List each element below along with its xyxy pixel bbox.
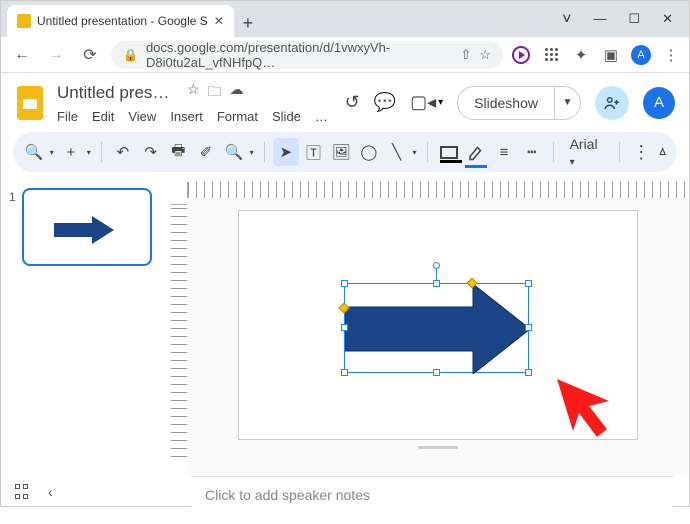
slides-favicon (17, 14, 31, 28)
meet-button[interactable]: ▢◂▾ (410, 92, 443, 113)
back-button[interactable]: ← (9, 42, 35, 68)
zoom-button[interactable]: 🔍 (221, 138, 247, 166)
lock-icon: 🔒 (123, 48, 138, 62)
bottom-bar: ‹ (15, 484, 53, 500)
toolbar: 🔍 + ↶ ↷ 🖶 ✐ 🔍 ➤ 🅃 🖼 ◯ ╲ ≡ ┅ Arial ▾ ⋮ ㅿ (13, 132, 677, 172)
slideshow-dropdown[interactable]: ▼ (555, 86, 581, 120)
browser-account-avatar[interactable]: A (631, 45, 651, 65)
browser-address-bar: ← → ⟳ 🔒 docs.google.com/presentation/d/1… (1, 37, 689, 73)
browser-tab[interactable]: Untitled presentation - Google S ✕ (7, 5, 234, 37)
reload-button[interactable]: ⟳ (77, 42, 103, 68)
document-title[interactable]: Untitled prese… (57, 83, 177, 103)
comments-icon[interactable]: 💬 (374, 92, 396, 113)
border-dash-button[interactable]: ┅ (519, 138, 545, 166)
search-menu-button[interactable]: 🔍 (21, 138, 47, 166)
resize-handle-bl[interactable] (341, 369, 348, 376)
rotate-handle[interactable] (433, 262, 440, 269)
shape-tool[interactable]: ◯ (356, 138, 382, 166)
move-folder-icon[interactable]: 🗀 (208, 81, 222, 105)
image-tool[interactable]: 🖼 (328, 138, 354, 166)
slide-thumbnail-1[interactable] (22, 188, 152, 266)
menu-bar: File Edit View Insert Format Slide … (57, 109, 328, 124)
browser-tab-strip: Untitled presentation - Google S ✕ + ˅ —… (1, 1, 689, 37)
close-window-icon[interactable]: ✕ (662, 11, 673, 29)
slideshow-button[interactable]: Slideshow (457, 86, 555, 120)
fill-color-button[interactable] (436, 138, 462, 166)
resize-handle-tl[interactable] (341, 280, 348, 287)
slide-canvas-wrap (187, 198, 689, 476)
extensions-puzzle-icon[interactable]: ✦ (571, 45, 591, 65)
resize-handle-mr[interactable] (525, 324, 532, 331)
slides-logo[interactable] (15, 82, 47, 124)
border-color-button[interactable] (463, 138, 489, 166)
resize-handle-tm[interactable] (433, 280, 440, 287)
thumb-number: 1 (9, 188, 16, 266)
menu-format[interactable]: Format (217, 109, 258, 124)
url-input[interactable]: 🔒 docs.google.com/presentation/d/1vwxyVh… (111, 41, 503, 69)
selected-shape-arrow[interactable] (344, 283, 529, 373)
menu-view[interactable]: View (128, 109, 156, 124)
menu-insert[interactable]: Insert (170, 109, 203, 124)
resize-handle-bm[interactable] (433, 369, 440, 376)
collapse-toolbar-button[interactable]: ㅿ (656, 142, 669, 162)
cloud-status-icon[interactable]: ☁ (230, 81, 244, 105)
window-menu-icon[interactable]: ˅ (562, 11, 571, 29)
menu-slide[interactable]: Slide (272, 109, 301, 124)
main-area: 1 (1, 176, 689, 476)
annotation-cursor-icon (549, 371, 619, 441)
vertical-ruler (171, 192, 187, 462)
more-tools-button[interactable]: ⋮ (628, 138, 654, 166)
redo-button[interactable]: ↷ (138, 138, 164, 166)
notes-resize-handle[interactable] (418, 446, 458, 449)
url-text: docs.google.com/presentation/d/1vwxyVh-D… (146, 40, 452, 70)
minimize-icon[interactable]: — (593, 11, 606, 29)
menu-more[interactable]: … (315, 109, 328, 124)
extension-play-icon[interactable] (511, 45, 531, 65)
maximize-icon[interactable]: ☐ (628, 11, 640, 29)
window-controls: ˅ — ☐ ✕ (562, 11, 689, 37)
close-tab-icon[interactable]: ✕ (214, 14, 224, 28)
slide-canvas[interactable] (238, 210, 638, 440)
textbox-tool[interactable]: 🅃 (301, 138, 327, 166)
undo-button[interactable]: ↶ (110, 138, 136, 166)
extension-box-icon[interactable]: ▣ (601, 45, 621, 65)
border-weight-button[interactable]: ≡ (491, 138, 517, 166)
resize-handle-tr[interactable] (525, 280, 532, 287)
history-icon[interactable]: ↺ (345, 92, 360, 113)
speaker-notes-placeholder: Click to add speaker notes (205, 487, 370, 503)
slide-thumbnails-panel: 1 (1, 182, 171, 476)
select-tool[interactable]: ➤ (273, 138, 299, 166)
resize-handle-ml[interactable] (341, 324, 348, 331)
collapse-panel-button[interactable]: ‹ (48, 484, 53, 500)
bookmark-icon[interactable]: ☆ (479, 47, 491, 63)
print-button[interactable]: 🖶 (165, 138, 191, 166)
menu-edit[interactable]: Edit (92, 109, 114, 124)
account-avatar[interactable]: A (643, 87, 675, 119)
line-tool[interactable]: ╲ (384, 138, 410, 166)
tab-title: Untitled presentation - Google S (37, 14, 208, 28)
browser-menu-icon[interactable]: ⋮ (661, 45, 681, 65)
paint-format-button[interactable]: ✐ (193, 138, 219, 166)
menu-file[interactable]: File (57, 109, 78, 124)
extension-apps-icon[interactable] (541, 45, 561, 65)
resize-handle-br[interactable] (525, 369, 532, 376)
share-url-icon[interactable]: ⇧ (460, 47, 471, 63)
font-selector[interactable]: Arial ▾ (562, 136, 612, 168)
forward-button[interactable]: → (43, 42, 69, 68)
grid-view-button[interactable] (15, 484, 28, 500)
star-icon[interactable]: ☆ (187, 81, 200, 105)
arrow-shape[interactable] (345, 284, 530, 374)
new-tab-button[interactable]: + (234, 9, 262, 37)
share-button[interactable] (595, 86, 629, 120)
new-slide-button[interactable]: + (58, 138, 84, 166)
horizontal-ruler (187, 182, 689, 198)
app-header: Untitled prese… ☆ 🗀 ☁ File Edit View Ins… (1, 73, 689, 128)
speaker-notes[interactable]: Click to add speaker notes (191, 476, 673, 524)
